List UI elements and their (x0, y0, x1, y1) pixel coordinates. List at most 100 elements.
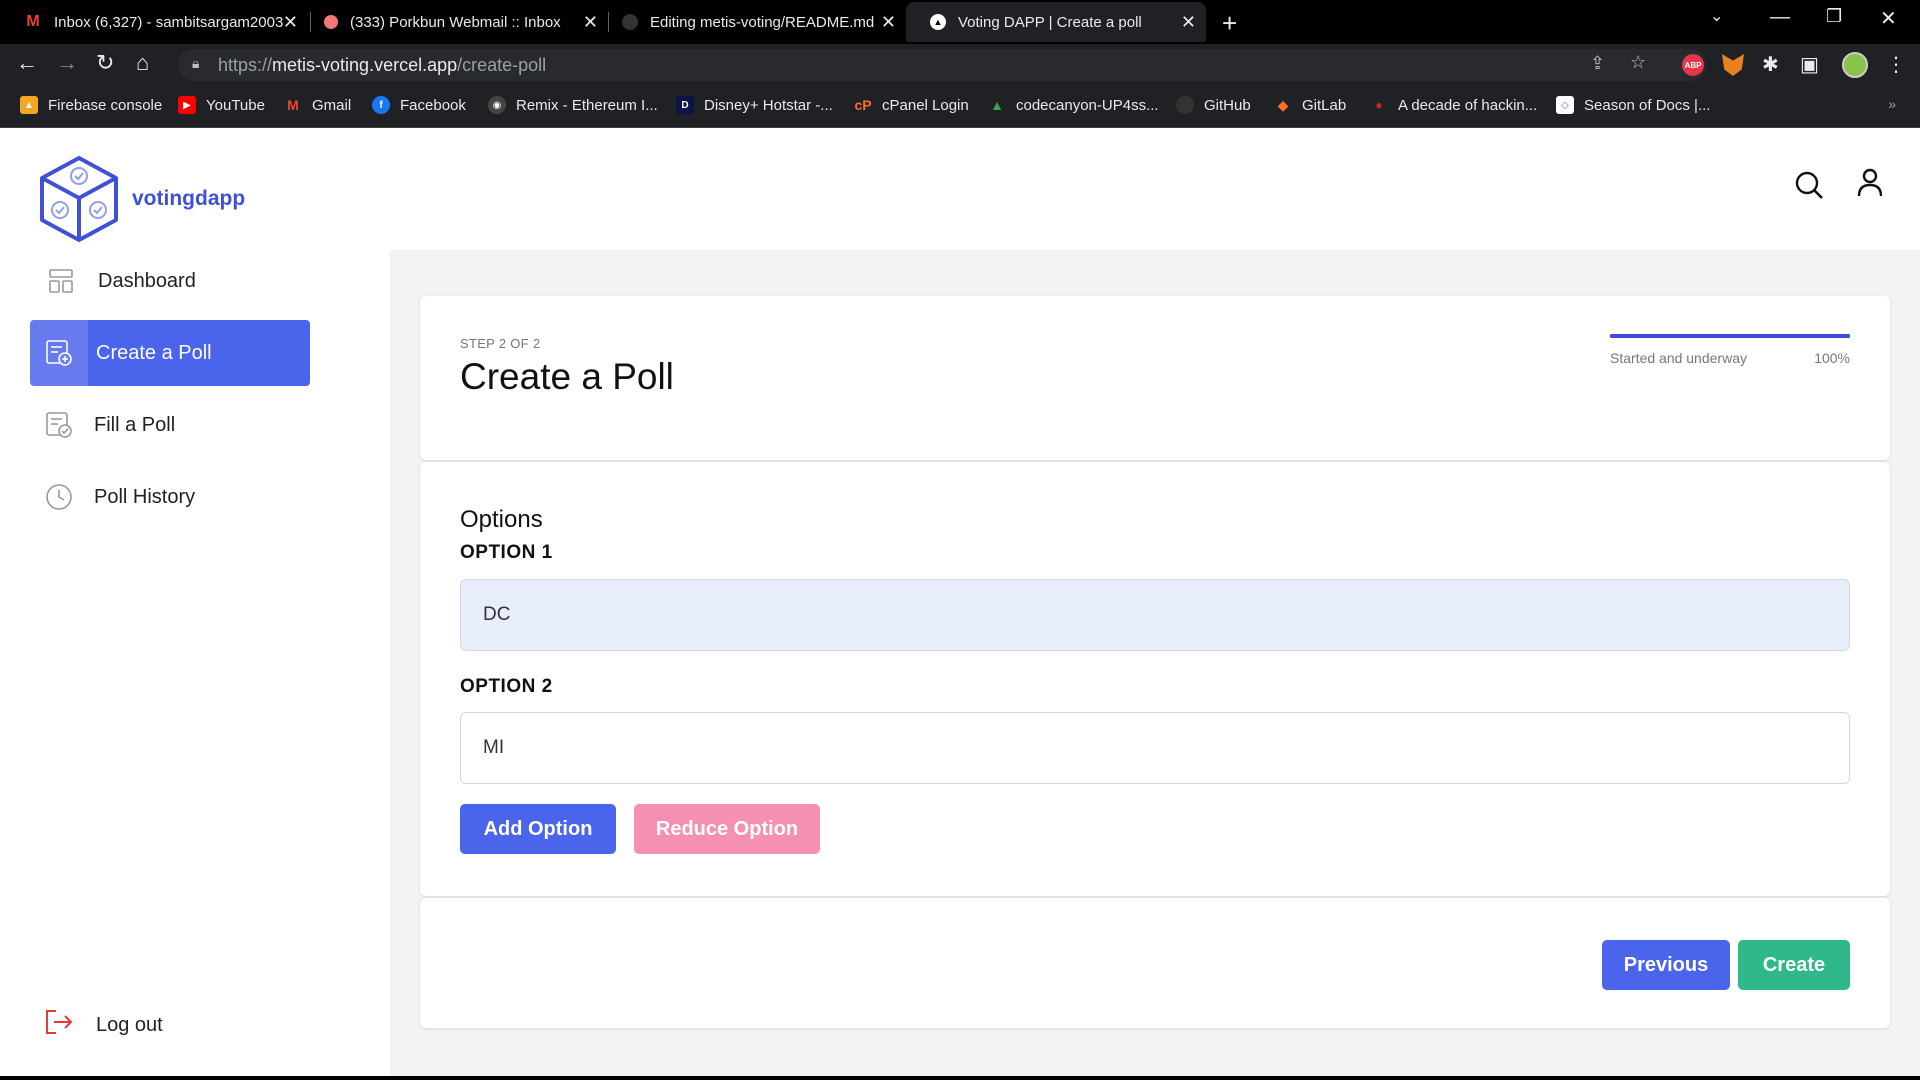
tab-search-icon[interactable]: ⌄ (1710, 6, 1723, 26)
tab-label: Inbox (6,327) - sambitsargam2003 (54, 13, 284, 31)
browser-toolbar: ← → ↻ ⌂ 🔒︎ https://metis-voting.vercel.a… (0, 44, 1920, 86)
vercel-icon: ▲ (930, 14, 946, 30)
logout-button[interactable]: Log out (44, 1008, 163, 1042)
adblock-icon[interactable]: ABP (1682, 54, 1704, 76)
brand-logo[interactable]: votingdapp (38, 154, 245, 244)
article-icon: ● (1375, 98, 1383, 112)
dashboard-icon (46, 266, 76, 296)
previous-button[interactable]: Previous (1602, 940, 1730, 990)
forward-icon[interactable]: → (56, 50, 78, 76)
logout-icon (44, 1008, 74, 1042)
nav-label: Poll History (94, 485, 196, 508)
bookmark-item[interactable]: ▶ YouTube (178, 96, 265, 114)
option-2-label: OPTION 2 (460, 676, 553, 697)
menu-icon[interactable]: ⋮ (1886, 52, 1906, 77)
github-icon (622, 14, 638, 30)
browser-tab-active[interactable]: ▲ Voting DAPP | Create a poll ✕ (906, 2, 1206, 42)
close-tab-icon[interactable]: ✕ (1181, 12, 1196, 33)
lock-icon: 🔒︎ (192, 55, 200, 71)
bookmark-item[interactable]: GitHub (1176, 96, 1251, 114)
poll-header-card: STEP 2 OF 2 Create a Poll Started and un… (420, 296, 1890, 460)
browser-tab[interactable]: Editing metis-voting/README.md ✕ (598, 2, 906, 42)
bookmark-item[interactable]: M Gmail (284, 96, 351, 114)
more-bookmarks-icon[interactable]: » (1888, 96, 1896, 112)
facebook-icon: f (372, 96, 390, 114)
create-button[interactable]: Create (1738, 940, 1850, 990)
url-text: https://metis-voting.vercel.app/create-p… (218, 55, 547, 75)
app-header (390, 128, 1920, 250)
new-tab-icon[interactable]: + (1222, 8, 1237, 39)
search-icon[interactable] (1794, 170, 1824, 205)
nav-dashboard[interactable]: Dashboard (30, 248, 310, 314)
options-card: Options OPTION 1 OPTION 2 Add Option Red… (420, 462, 1890, 896)
browser-tabbar: M Inbox (6,327) - sambitsargam2003 ✕ (33… (0, 0, 1920, 44)
step-indicator: STEP 2 OF 2 (460, 336, 541, 351)
close-tab-icon[interactable]: ✕ (881, 12, 896, 33)
brand-name: votingdapp (132, 187, 246, 210)
option-1-input[interactable] (460, 579, 1850, 651)
tab-label: Voting DAPP | Create a poll (958, 13, 1142, 31)
bookmark-item[interactable]: ◆ GitLab (1274, 96, 1347, 114)
github-icon (1176, 96, 1194, 114)
create-poll-icon (30, 320, 88, 386)
progress-percent: 100% (1814, 350, 1850, 366)
gmail-icon: M (287, 97, 299, 113)
bookmark-item[interactable]: cP cPanel Login (854, 96, 968, 114)
tab-label: Editing metis-voting/README.md (650, 13, 875, 31)
nav-label: Create a Poll (96, 341, 212, 364)
nav-fill-poll[interactable]: Fill a Poll (30, 392, 310, 458)
nav-create-poll[interactable]: Create a Poll (30, 320, 310, 386)
section-title: Options (460, 506, 543, 533)
side-panel-icon[interactable]: ▣ (1800, 52, 1819, 77)
porkbun-icon (324, 15, 338, 29)
fill-poll-icon (44, 410, 74, 440)
share-icon[interactable]: ⇪ (1590, 53, 1605, 74)
progress-bar (1610, 334, 1850, 338)
close-tab-icon[interactable]: ✕ (283, 12, 298, 33)
youtube-icon: ▶ (178, 96, 196, 114)
progress-status: Started and underway (1610, 350, 1747, 366)
reduce-option-button[interactable]: Reduce Option (634, 804, 820, 854)
nav-poll-history[interactable]: Poll History (30, 464, 310, 530)
minimize-icon[interactable]: — (1770, 6, 1790, 29)
bookmark-item[interactable]: ◉ Remix - Ethereum I... (488, 96, 658, 114)
close-window-icon[interactable]: ✕ (1880, 6, 1897, 31)
nav-label: Dashboard (98, 269, 196, 292)
cpanel-icon: cP (854, 97, 872, 113)
progress-fill (1610, 334, 1850, 338)
history-icon (44, 482, 74, 512)
bookmark-item[interactable]: f Facebook (372, 96, 466, 114)
reload-icon[interactable]: ↻ (96, 50, 114, 76)
gmail-icon: M (26, 13, 40, 30)
add-option-button[interactable]: Add Option (460, 804, 616, 854)
restore-icon[interactable]: ❐ (1826, 6, 1842, 27)
bookmark-item[interactable]: ▲ codecanyon-UP4ss... (988, 96, 1159, 114)
sidebar: votingdapp Dashboard Create a Poll Fill … (0, 128, 390, 1080)
tab-label: (333) Porkbun Webmail :: Inbox (350, 13, 561, 31)
extensions-icon[interactable]: ✱ (1762, 52, 1779, 77)
firebase-icon: ▲ (20, 96, 38, 114)
browser-tab[interactable]: (333) Porkbun Webmail :: Inbox ✕ (300, 2, 608, 42)
close-tab-icon[interactable]: ✕ (583, 12, 598, 33)
bookmark-item[interactable]: D Disney+ Hotstar -... (676, 96, 833, 114)
bookmarks-bar: ▲ Firebase console ▶ YouTube M Gmail f Faceb… (0, 86, 1920, 128)
drive-icon: ▲ (990, 97, 1004, 113)
bookmark-item[interactable]: ▲ Firebase console (20, 96, 162, 114)
option-1-label: OPTION 1 (460, 542, 553, 563)
option-2-input[interactable] (460, 712, 1850, 784)
home-icon[interactable]: ⌂ (136, 50, 149, 76)
page-title: Create a Poll (460, 356, 674, 397)
nav-label: Fill a Poll (94, 413, 176, 436)
bookmark-item[interactable]: ● A decade of hackin... (1370, 96, 1537, 114)
user-icon[interactable] (1856, 168, 1884, 203)
back-icon[interactable]: ← (16, 50, 38, 76)
profile-avatar-icon[interactable] (1842, 52, 1868, 78)
browser-tab[interactable]: M Inbox (6,327) - sambitsargam2003 ✕ (0, 2, 308, 42)
logout-label: Log out (96, 1013, 163, 1036)
address-bar[interactable]: 🔒︎ https://metis-voting.vercel.app/creat… (178, 49, 1706, 81)
bookmark-star-icon[interactable]: ☆ (1630, 52, 1646, 73)
cube-logo-icon (40, 156, 118, 242)
actions-card: Previous Create (420, 898, 1890, 1028)
bookmark-item[interactable]: ◇ Season of Docs |... (1556, 96, 1710, 114)
metamask-icon[interactable] (1722, 54, 1744, 76)
